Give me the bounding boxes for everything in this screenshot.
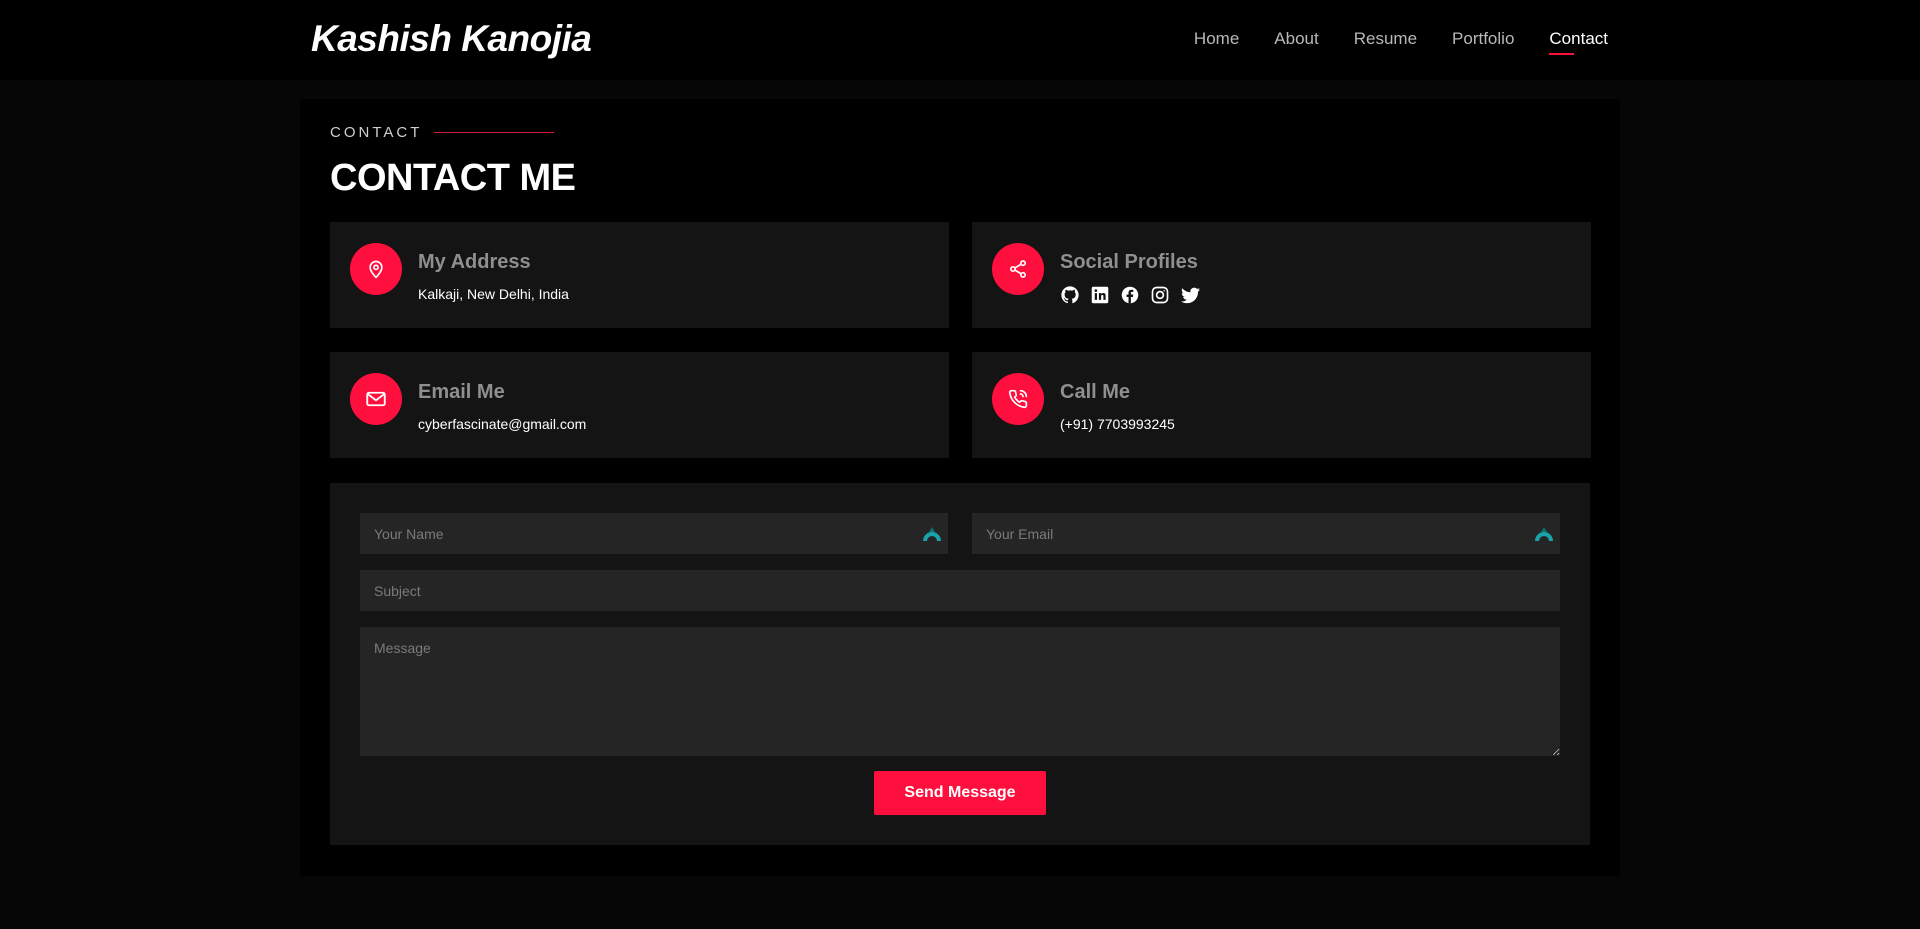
autofill-icon[interactable] [1534,525,1554,541]
name-input[interactable] [360,513,948,554]
eyebrow-divider [434,132,555,133]
subject-input[interactable] [360,570,1560,611]
instagram-icon[interactable] [1150,285,1170,305]
site-header: Kashish Kanojia Home About Resume Portfo… [0,0,1920,80]
nav-resume[interactable]: Resume [1354,29,1417,55]
main-nav: Home About Resume Portfolio Contact [1194,29,1608,55]
email-title: Email Me [418,381,505,403]
autofill-icon[interactable] [922,525,942,541]
message-input[interactable] [360,627,1560,756]
address-text: Kalkaji, New Delhi, India [418,286,569,302]
section-eyebrow: CONTACT [330,124,555,141]
map-pin-icon [350,243,402,295]
email-input[interactable] [972,513,1560,554]
share-icon [992,243,1044,295]
phone-icon [992,373,1044,425]
nav-contact[interactable]: Contact [1549,29,1608,55]
contact-form: Send Message [330,483,1590,845]
social-links [1060,285,1200,305]
contact-section: CONTACT CONTACT ME My Address Kalkaji, N… [300,99,1620,876]
address-card: My Address Kalkaji, New Delhi, India [330,222,949,328]
linkedin-icon[interactable] [1090,285,1110,305]
social-title: Social Profiles [1060,251,1198,273]
address-title: My Address [418,251,531,273]
send-message-button[interactable]: Send Message [874,771,1046,815]
twitter-icon[interactable] [1180,285,1200,305]
envelope-icon [350,373,402,425]
page-title: CONTACT ME [330,157,576,199]
nav-about[interactable]: About [1274,29,1318,55]
nav-home[interactable]: Home [1194,29,1239,55]
github-icon[interactable] [1060,285,1080,305]
social-card: Social Profiles [972,222,1591,328]
email-card: Email Me cyberfascinate@gmail.com [330,352,949,458]
eyebrow-label: CONTACT [330,124,423,141]
email-text[interactable]: cyberfascinate@gmail.com [418,416,586,432]
site-logo[interactable]: Kashish Kanojia [311,18,592,60]
phone-title: Call Me [1060,381,1131,403]
phone-card: Call Me (+91) 7703993245 [972,352,1591,458]
facebook-icon[interactable] [1120,285,1140,305]
phone-text[interactable]: (+91) 7703993245 [1060,416,1175,432]
nav-portfolio[interactable]: Portfolio [1452,29,1514,55]
